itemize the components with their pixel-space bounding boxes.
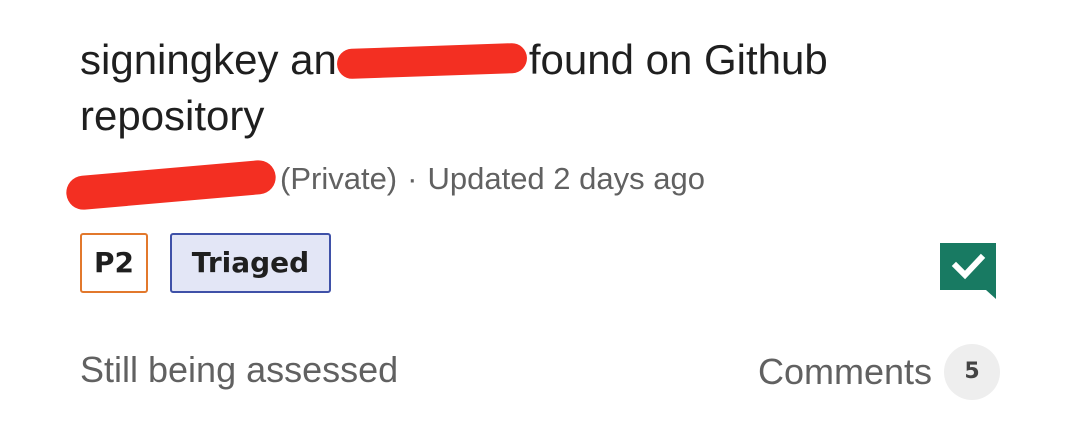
issue-title[interactable]: signingkey an found on Github repository xyxy=(80,32,980,144)
comments-link[interactable]: Comments 5 xyxy=(758,344,1000,400)
comments-label: Comments xyxy=(757,351,932,392)
status-badge: Triaged xyxy=(170,233,331,293)
issue-metadata: (Private) · Updated 2 days ago xyxy=(64,156,705,211)
issue-title-start: signingkey an xyxy=(80,36,337,83)
check-comment-icon xyxy=(940,243,996,299)
redaction-mark xyxy=(336,42,528,80)
visibility-label: (Private) xyxy=(280,161,398,196)
redaction-mark xyxy=(64,158,278,211)
updated-label: Updated 2 days ago xyxy=(427,161,705,196)
issue-card[interactable]: signingkey an found on Github repository … xyxy=(0,0,1080,447)
assessment-status: Still being assessed xyxy=(80,349,399,390)
comments-count-badge: 5 xyxy=(944,344,1000,400)
priority-badge: P2 xyxy=(80,233,148,293)
metadata-separator: · xyxy=(407,161,418,196)
